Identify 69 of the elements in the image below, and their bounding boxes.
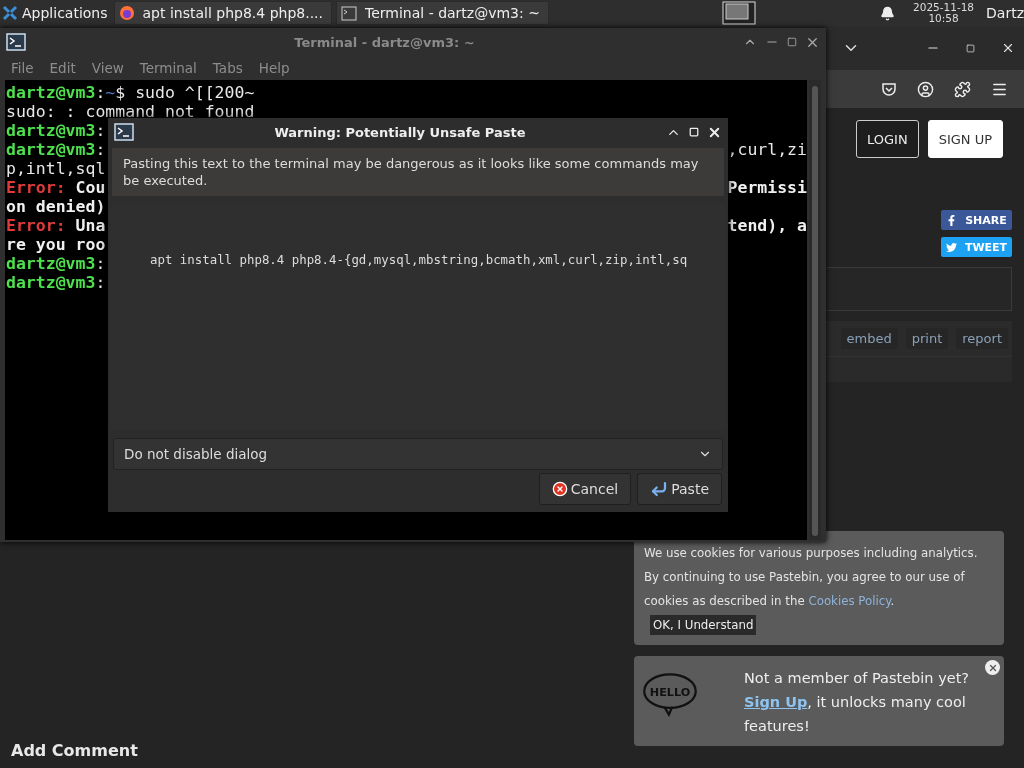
action-link[interactable]: print — [905, 328, 949, 349]
cookie-text: We use cookies for various purposes including analytics. By continuing to use Pastebin, you agree to our use of cookies as described in the Cookies Policy. OK, I Understand — [644, 541, 996, 637]
terminal-text: $ sudo ^[[200~ — [115, 83, 255, 102]
terminal-text: Permissi — [727, 178, 807, 197]
dropdown[interactable]: Do not disable dialog — [113, 438, 723, 470]
menu-item[interactable]: View — [85, 60, 130, 76]
accept-button[interactable]: OK, I Understand — [650, 615, 757, 635]
menu-item[interactable]: File — [5, 60, 40, 76]
taskbar-button[interactable]: Terminal - dartz@vm3: ~ — [336, 1, 549, 25]
terminal-text: p,intl,sql — [6, 159, 106, 178]
dialog-title: Warning: Potentially Unsafe Paste — [273, 124, 527, 140]
prompt-text: dartz@vm3 — [6, 140, 96, 159]
workspace-switcher-icon[interactable] — [722, 1, 756, 25]
signup-link[interactable]: Sign Up — [744, 694, 808, 710]
user-name[interactable]: Dartz — [986, 5, 1024, 21]
paste-button[interactable]: Paste — [637, 473, 722, 505]
terminal-text: : — [95, 83, 106, 102]
menu-item[interactable]: Terminal — [133, 60, 203, 76]
terminal-text: : — [95, 254, 106, 273]
menu-item[interactable]: Tabs — [206, 60, 249, 76]
terminal-text: re you roo — [6, 235, 106, 254]
signup-text: Not a member of Pastebin yet? Sign Up, it unlocks many cool features! — [744, 669, 970, 736]
command-text: apt install php8.4 php8.4-{gd,mysql,mbstring,bcmath,xml,curl,zip,intl,sq — [150, 252, 688, 267]
share-button[interactable]: SHARE — [941, 210, 1012, 230]
terminal-text: Cou — [74, 178, 106, 197]
applications-menu[interactable]: Applications — [0, 0, 110, 26]
cancel-button[interactable]: Cancel — [538, 473, 632, 505]
terminal-text: ~ — [105, 83, 116, 102]
terminal-text: : — [95, 273, 106, 292]
terminal-text: sudo: : command not found — [6, 102, 255, 121]
prompt-text: dartz@vm3 — [6, 121, 96, 140]
prompt-text: dartz@vm3 — [6, 83, 96, 102]
window-title: Terminal - dartz@vm3: ~ — [293, 34, 476, 50]
cookies-policy-link[interactable]: Cookies Policy — [808, 594, 891, 608]
account-icon[interactable] — [917, 80, 934, 98]
enter-arrow-icon — [650, 480, 669, 498]
terminal-text: : — [95, 121, 106, 140]
terminal-icon — [114, 123, 134, 141]
signup-button[interactable]: SIGN UP — [927, 120, 1003, 158]
terminal-text: ,curl,zi — [727, 140, 807, 159]
apps-icon — [2, 5, 18, 21]
bird-icon — [945, 241, 957, 253]
browser-icon — [118, 5, 135, 21]
puzzle-icon[interactable] — [954, 80, 971, 98]
terminal-text: tend), a — [727, 216, 807, 235]
action-link[interactable]: report — [956, 328, 1008, 349]
time-text: 10:58 — [928, 13, 959, 24]
login-button[interactable]: LOGIN — [855, 120, 919, 158]
terminal-text: on denied) — [6, 197, 106, 216]
close-icon[interactable] — [1001, 41, 1015, 55]
section-heading: Add Comment — [11, 741, 139, 760]
prompt-text: dartz@vm3 — [6, 273, 96, 292]
taskbar-button[interactable]: apt install php8.4 php8.... — [113, 1, 332, 25]
date-text: 2025-11-18 — [913, 2, 975, 13]
bell-icon[interactable] — [880, 5, 895, 21]
action-link[interactable]: embed — [840, 328, 898, 349]
warning-message: Pasting this text to the terminal may be dangerous as it looks like some commands may be executed. — [112, 148, 724, 196]
scrollbar[interactable] — [809, 80, 821, 540]
terminal-text: : — [95, 140, 106, 159]
close-icon[interactable] — [985, 660, 1000, 675]
terminal-icon — [6, 33, 26, 51]
error-label: Error: — [6, 178, 66, 197]
error-label: Error: — [6, 216, 66, 235]
prompt-text: dartz@vm3 — [6, 254, 96, 273]
menu-item[interactable]: Edit — [43, 60, 82, 76]
terminal-text: Una — [74, 216, 106, 235]
cancel-icon — [551, 481, 568, 497]
menu-item[interactable]: Help — [252, 60, 296, 76]
terminal-icon — [341, 5, 357, 21]
